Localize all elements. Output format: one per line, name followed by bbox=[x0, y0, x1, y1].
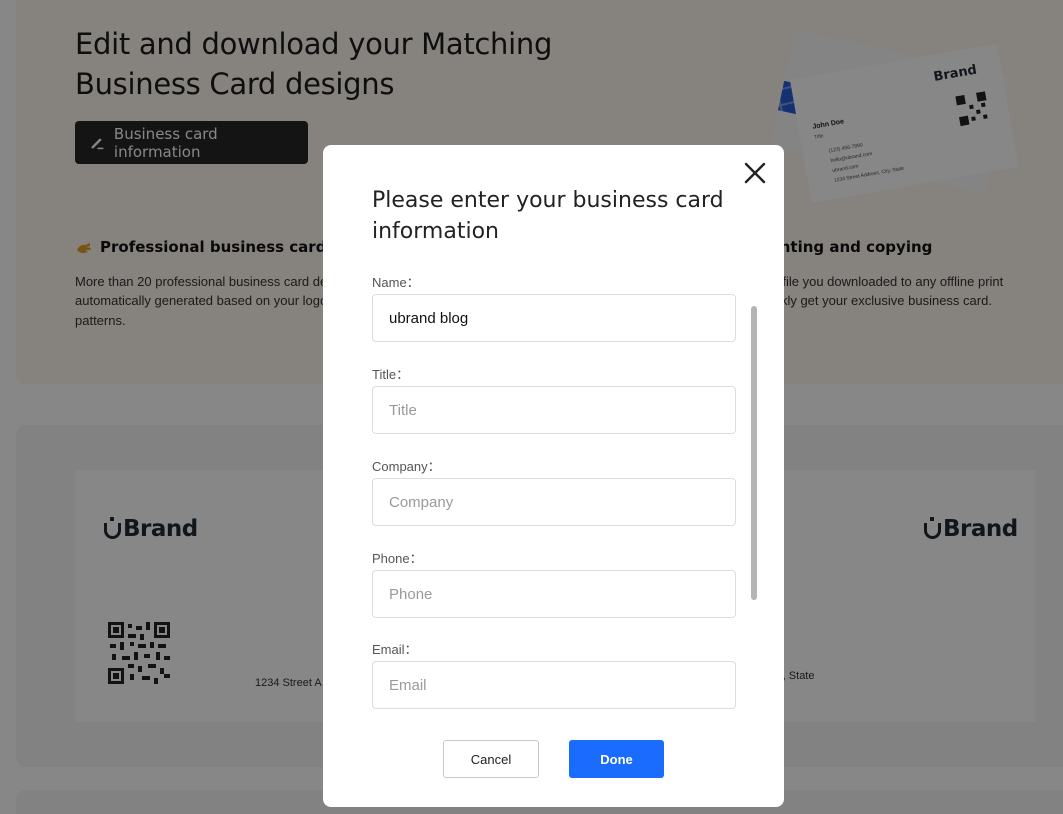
close-icon[interactable] bbox=[743, 161, 767, 185]
business-card-info-modal: Please enter your business card informat… bbox=[323, 145, 784, 807]
phone-field[interactable] bbox=[372, 570, 736, 618]
phone-label: Phone： bbox=[372, 551, 423, 566]
name-label: Name： bbox=[372, 275, 420, 290]
company-label: Company： bbox=[372, 459, 441, 474]
email-field[interactable] bbox=[372, 661, 736, 709]
email-label: Email： bbox=[372, 642, 418, 657]
company-field[interactable] bbox=[372, 478, 736, 526]
title-field[interactable] bbox=[372, 386, 736, 434]
name-field[interactable] bbox=[372, 294, 736, 342]
modal-title: Please enter your business card informat… bbox=[372, 188, 724, 244]
title-label: Title： bbox=[372, 367, 410, 382]
modal-scrollbar[interactable] bbox=[751, 306, 757, 600]
cancel-button[interactable]: Cancel bbox=[443, 740, 539, 778]
done-button[interactable]: Done bbox=[569, 740, 664, 778]
